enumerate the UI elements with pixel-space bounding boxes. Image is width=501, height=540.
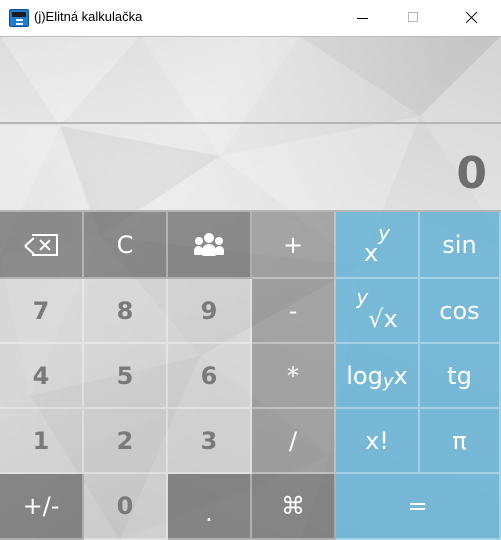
history-display — [0, 36, 501, 124]
plus-button[interactable]: + — [252, 212, 336, 279]
calculator-icon — [9, 9, 29, 27]
backspace-icon — [24, 233, 58, 256]
pi-button[interactable]: π — [420, 409, 501, 474]
digit-3-button[interactable]: 3 — [168, 409, 252, 474]
power-exponent: y — [378, 220, 391, 245]
minimize-button[interactable] — [340, 0, 386, 36]
digit-1-button[interactable]: 1 — [0, 409, 84, 474]
clear-button[interactable]: C — [84, 212, 168, 279]
cos-button[interactable]: cos — [420, 279, 501, 344]
people-button[interactable] — [168, 212, 252, 279]
digit-7-button[interactable]: 7 — [0, 279, 84, 344]
title-bar: (j)Elitná kalkulačka — [0, 0, 501, 36]
decimal-button[interactable]: . — [168, 474, 252, 540]
factorial-button[interactable]: x! — [336, 409, 420, 474]
digit-2-button[interactable]: 2 — [84, 409, 168, 474]
root-button[interactable]: y √x — [336, 279, 420, 344]
maximize-button[interactable] — [390, 0, 436, 36]
log-prefix: log — [346, 361, 383, 390]
minimize-icon — [357, 18, 368, 19]
command-button[interactable]: ⌘ — [252, 474, 336, 540]
log-argument: x — [393, 361, 408, 390]
minus-button[interactable]: - — [252, 279, 336, 344]
result-display — [0, 124, 501, 212]
negate-button[interactable]: +/- — [0, 474, 84, 540]
digit-0-button[interactable]: 0 — [84, 474, 168, 540]
tg-button[interactable]: tg — [420, 344, 501, 409]
root-body: √x — [368, 304, 398, 333]
digit-9-button[interactable]: 9 — [168, 279, 252, 344]
maximize-icon — [408, 12, 418, 22]
log-button[interactable]: log y x — [336, 344, 420, 409]
divide-button[interactable]: / — [252, 409, 336, 474]
root-index: y — [356, 284, 369, 309]
log-base: y — [382, 371, 394, 392]
sin-button[interactable]: sin — [420, 212, 501, 279]
power-base: x — [363, 238, 379, 267]
digit-5-button[interactable]: 5 — [84, 344, 168, 409]
digit-6-button[interactable]: 6 — [168, 344, 252, 409]
backspace-button[interactable] — [0, 212, 84, 279]
digit-8-button[interactable]: 8 — [84, 279, 168, 344]
equals-button[interactable]: = — [336, 474, 501, 540]
digit-4-button[interactable]: 4 — [0, 344, 84, 409]
close-button[interactable] — [448, 0, 494, 36]
multiply-button[interactable]: * — [252, 344, 336, 409]
calculator-body: 0 C + x y sin 7 8 9 - y √x cos 4 5 6 * l… — [0, 36, 501, 540]
window-title: (j)Elitná kalkulačka — [34, 9, 143, 24]
result-value: 0 — [456, 148, 487, 199]
people-icon — [194, 232, 224, 257]
power-button[interactable]: x y — [336, 212, 420, 279]
